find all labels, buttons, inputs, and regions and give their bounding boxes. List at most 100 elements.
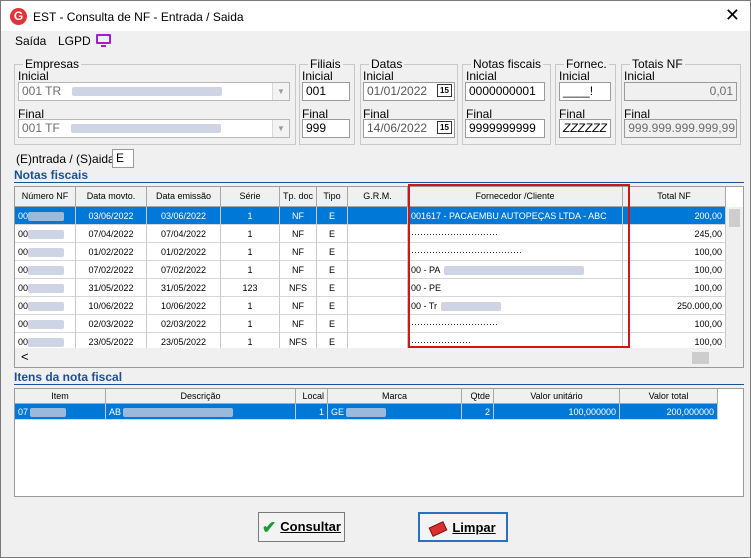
monitor-icon[interactable] <box>96 34 111 47</box>
chevron-down-icon[interactable]: ▼ <box>272 83 289 100</box>
cell-text: 23/05/2022 <box>160 337 207 347</box>
calendar-icon[interactable]: 15 <box>437 84 452 97</box>
entrada-saida-input[interactable]: E <box>112 149 134 168</box>
notas-header-4[interactable]: Tp. doc <box>280 187 317 207</box>
itens-header-1[interactable]: Descrição <box>106 389 296 404</box>
cell-text: NF <box>292 229 304 239</box>
cell-text: AB <box>109 407 122 417</box>
empresa-inicial-select[interactable]: 001 TR ▼ <box>18 82 290 101</box>
cell-text: 00 <box>18 247 29 257</box>
table-cell: 200,000000 <box>620 404 718 420</box>
cell-text: 200,000000 <box>666 407 714 417</box>
table-cell: 02/03/2022 <box>76 315 147 333</box>
notas-header-8[interactable]: Total NF <box>623 187 726 207</box>
cell-text: 100,00 <box>694 265 722 275</box>
vscroll-thumb[interactable] <box>729 209 740 227</box>
notas-header-2[interactable]: Data emissão <box>147 187 221 207</box>
table-cell <box>348 243 408 261</box>
table-cell: 07/04/2022 <box>76 225 147 243</box>
notas-header-5[interactable]: Tipo <box>317 187 348 207</box>
total-inicial-input[interactable]: 0,01 <box>624 82 737 101</box>
hscroll-thumb[interactable] <box>692 352 709 364</box>
filial-final-input[interactable]: 999 <box>302 119 350 138</box>
cell-text: E <box>328 211 335 221</box>
cell-text: NF <box>292 211 304 221</box>
limpar-label: Limpar <box>452 520 496 535</box>
notas-vscrollbar[interactable] <box>726 207 743 348</box>
cell-text: NFS <box>289 283 307 293</box>
itens-header-2[interactable]: Local <box>296 389 328 404</box>
empresa-final-select[interactable]: 001 TF ▼ <box>18 119 290 138</box>
table-cell: 07 <box>15 404 106 420</box>
itens-grid[interactable]: Item Descrição Local Marca Qtde Valor unitári… <box>14 388 744 497</box>
table-cell: NFS <box>280 279 317 297</box>
cell-text: 02/03/2022 <box>88 319 134 329</box>
chevron-left-icon[interactable]: < <box>21 349 29 364</box>
itens-header-0[interactable]: Item <box>15 389 106 404</box>
table-cell: 01/02/2022 <box>76 243 147 261</box>
cell-text: GE <box>331 407 345 417</box>
cell-text: 1 <box>247 247 253 257</box>
menu-lgpd[interactable]: LGPD <box>58 34 91 48</box>
datas-inicial-label: Inicial <box>363 69 394 83</box>
cell-text: 07/04/2022 <box>88 229 134 239</box>
calendar-icon[interactable]: 15 <box>437 121 452 134</box>
notas-header-6[interactable]: G.R.M. <box>348 187 408 207</box>
total-final-input[interactable]: 999.999.999.999,99 <box>624 119 737 138</box>
cell-text: 02/03/2022 <box>160 319 207 329</box>
notas-header-0[interactable]: Número NF <box>15 187 76 207</box>
nota-inicial-input[interactable]: 0000000001 <box>465 82 545 101</box>
table-cell: GE <box>328 404 462 420</box>
cell-text: 03/06/2022 <box>88 211 134 221</box>
itens-header-3[interactable]: Marca <box>328 389 462 404</box>
cell-text: 31/05/2022 <box>88 283 134 293</box>
itens-header-5[interactable]: Valor unitário <box>494 389 620 404</box>
cell-text: 07/04/2022 <box>160 229 207 239</box>
table-cell: 10/06/2022 <box>76 297 147 315</box>
cell-text: NF <box>292 265 304 275</box>
limpar-button[interactable]: Limpar <box>418 512 508 542</box>
table-cell: 00 - PA <box>408 261 623 279</box>
notas-header-1[interactable]: Data movto. <box>76 187 147 207</box>
table-cell: 00 <box>15 279 76 297</box>
cell-text: 00 <box>18 229 29 239</box>
table-cell: NF <box>280 297 317 315</box>
cell-text: 1 <box>247 319 253 329</box>
close-icon[interactable]: ✕ <box>725 6 740 24</box>
itens-header-4[interactable]: Qtde <box>462 389 494 404</box>
fornec-inicial-label: Inicial <box>559 69 590 83</box>
cell-text: NF <box>292 247 304 257</box>
table-cell <box>348 315 408 333</box>
table-cell: NF <box>280 225 317 243</box>
window-title: EST - Consulta de NF - Entrada / Saida <box>33 10 244 24</box>
chevron-down-icon[interactable]: ▼ <box>272 120 289 137</box>
table-cell: 00 <box>15 207 76 225</box>
fornec-inicial-input[interactable]: ____! <box>559 82 611 101</box>
cell-text: 2 <box>484 407 490 417</box>
consultar-button[interactable]: ✔ Consultar <box>258 512 345 542</box>
notas-header-7[interactable]: Fornecedor /Cliente <box>408 187 623 207</box>
table-cell: 100,00 <box>623 279 726 297</box>
cell-text: 01/02/2022 <box>160 247 207 257</box>
table-cell: NF <box>280 261 317 279</box>
itens-header-6[interactable]: Valor total <box>620 389 718 404</box>
cell-text: 123 <box>242 283 258 293</box>
cell-text: 00 <box>18 319 29 329</box>
nota-final-input[interactable]: 9999999999 <box>465 119 545 138</box>
cell-text: 100,00 <box>694 247 722 257</box>
empresas-inicial-label: Inicial <box>18 69 49 83</box>
filial-inicial-input[interactable]: 001 <box>302 82 350 101</box>
table-cell: 123 <box>221 279 280 297</box>
table-cell: ····························· <box>408 225 623 243</box>
table-cell <box>348 297 408 315</box>
notas-header-3[interactable]: Série <box>221 187 280 207</box>
table-cell: 100,00 <box>623 243 726 261</box>
cell-text: 1 <box>318 407 324 417</box>
notas-grid[interactable]: Número NF Data movto. Data emissão Série Tp.… <box>14 186 744 368</box>
cell-text: E <box>328 229 335 239</box>
cell-text: 23/05/2022 <box>88 337 134 347</box>
menu-saida[interactable]: Saída <box>15 34 46 48</box>
table-cell: E <box>317 225 348 243</box>
notas-hscrollbar[interactable]: < <box>15 348 743 367</box>
fornec-final-input[interactable]: ZZZZZZ <box>559 119 611 138</box>
